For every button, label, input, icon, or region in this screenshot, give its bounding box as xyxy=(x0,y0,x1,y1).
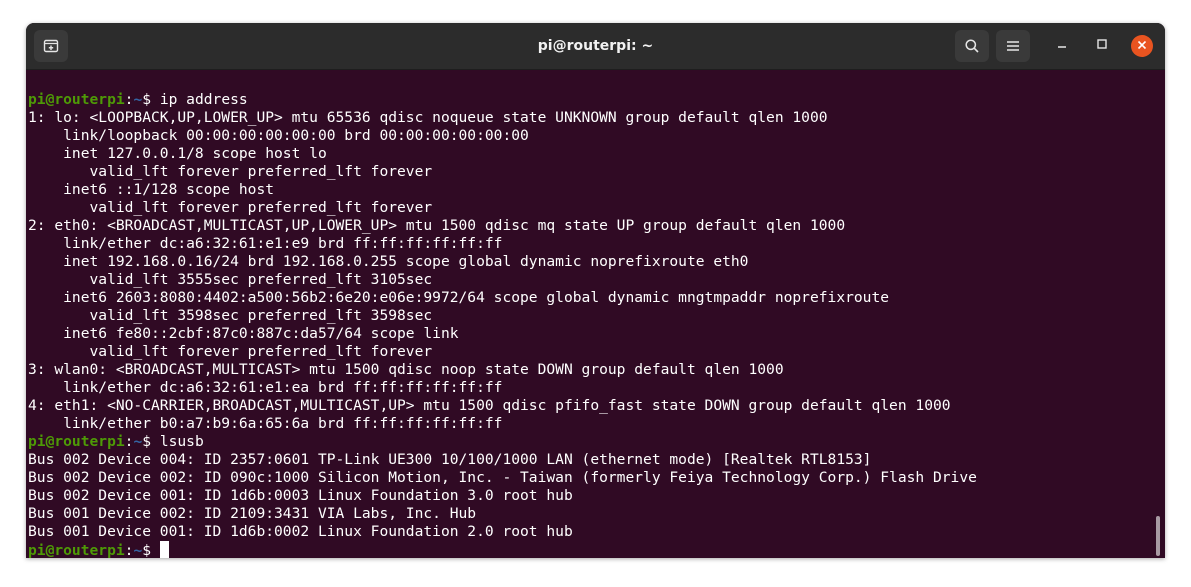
command-text: ip address xyxy=(159,91,248,108)
output-line: Bus 002 Device 004: ID 2357:0601 TP-Link… xyxy=(28,451,872,468)
output-line: 1: lo: <LOOPBACK,UP,LOWER_UP> mtu 65536 … xyxy=(28,109,828,126)
prompt-path: ~ xyxy=(133,433,143,450)
prompt-line: pi@routerpi:~$ ip address xyxy=(28,91,977,109)
maximize-button[interactable] xyxy=(1091,35,1113,57)
prompt-symbol: $ xyxy=(142,542,160,558)
maximize-icon xyxy=(1096,37,1108,55)
window-title: pi@routerpi: ~ xyxy=(537,38,654,54)
close-icon xyxy=(1137,37,1147,55)
output-line: Bus 002 Device 001: ID 1d6b:0003 Linux F… xyxy=(28,487,573,504)
terminal-output: pi@routerpi:~$ ip address 1: lo: <LOOPBAC… xyxy=(28,91,977,558)
minimize-button[interactable] xyxy=(1051,35,1073,57)
output-line: valid_lft 3555sec preferred_lft 3105sec xyxy=(28,271,433,288)
prompt-path: ~ xyxy=(133,91,143,108)
output-line: 3: wlan0: <BROADCAST,MULTICAST> mtu 1500… xyxy=(28,361,784,378)
output-line: valid_lft forever preferred_lft forever xyxy=(28,343,433,360)
close-button[interactable] xyxy=(1131,35,1153,57)
prompt-symbol: $ xyxy=(142,91,160,108)
output-line: inet6 2603:8080:4402:a500:56b2:6e20:e06e… xyxy=(28,289,890,306)
output-line: Bus 001 Device 002: ID 2109:3431 VIA Lab… xyxy=(28,505,477,522)
output-line: Bus 001 Device 001: ID 1d6b:0002 Linux F… xyxy=(28,523,573,540)
output-line: link/ether dc:a6:32:61:e1:ea brd ff:ff:f… xyxy=(28,379,503,396)
output-line: valid_lft forever preferred_lft forever xyxy=(28,163,433,180)
search-icon xyxy=(964,38,980,54)
output-line: link/ether b0:a7:b9:6a:65:6a brd ff:ff:f… xyxy=(28,415,503,432)
output-line: Bus 002 Device 002: ID 090c:1000 Silicon… xyxy=(28,469,977,486)
text-cursor xyxy=(159,541,169,558)
terminal-window: pi@routerpi: ~ pi@routerpi:~$ ip address… xyxy=(26,23,1165,558)
output-line: 4: eth1: <NO-CARRIER,BROADCAST,MULTICAST… xyxy=(28,397,951,414)
output-line: link/ether dc:a6:32:61:e1:e9 brd ff:ff:f… xyxy=(28,235,503,252)
output-line: inet 192.168.0.16/24 brd 192.168.0.255 s… xyxy=(28,253,749,270)
search-button[interactable] xyxy=(955,30,989,62)
prompt-symbol: $ xyxy=(142,433,160,450)
header-bar: pi@routerpi: ~ xyxy=(26,23,1165,70)
prompt-line: pi@routerpi:~$ xyxy=(28,541,977,558)
output-line: link/loopback 00:00:00:00:00:00 brd 00:0… xyxy=(28,127,529,144)
prompt-user-host: pi@routerpi xyxy=(28,542,125,558)
hamburger-menu-icon xyxy=(1006,40,1020,52)
minimize-icon xyxy=(1056,37,1068,55)
prompt-user-host: pi@routerpi xyxy=(28,91,125,108)
terminal-area[interactable]: pi@routerpi:~$ ip address 1: lo: <LOOPBAC… xyxy=(26,70,1165,558)
output-line: inet6 ::1/128 scope host xyxy=(28,181,275,198)
prompt-path: ~ xyxy=(133,542,143,558)
output-line: valid_lft forever preferred_lft forever xyxy=(28,199,433,216)
prompt-user-host: pi@routerpi xyxy=(28,433,125,450)
scrollbar[interactable] xyxy=(1156,516,1160,556)
menu-button[interactable] xyxy=(996,30,1030,62)
command-text: lsusb xyxy=(159,433,204,450)
output-line: inet 127.0.0.1/8 scope host lo xyxy=(28,145,327,162)
output-line: inet6 fe80::2cbf:87c0:887c:da57/64 scope… xyxy=(28,325,459,342)
output-line: 2: eth0: <BROADCAST,MULTICAST,UP,LOWER_U… xyxy=(28,217,846,234)
output-line: valid_lft 3598sec preferred_lft 3598sec xyxy=(28,307,433,324)
prompt-line: pi@routerpi:~$ lsusb xyxy=(28,433,977,451)
